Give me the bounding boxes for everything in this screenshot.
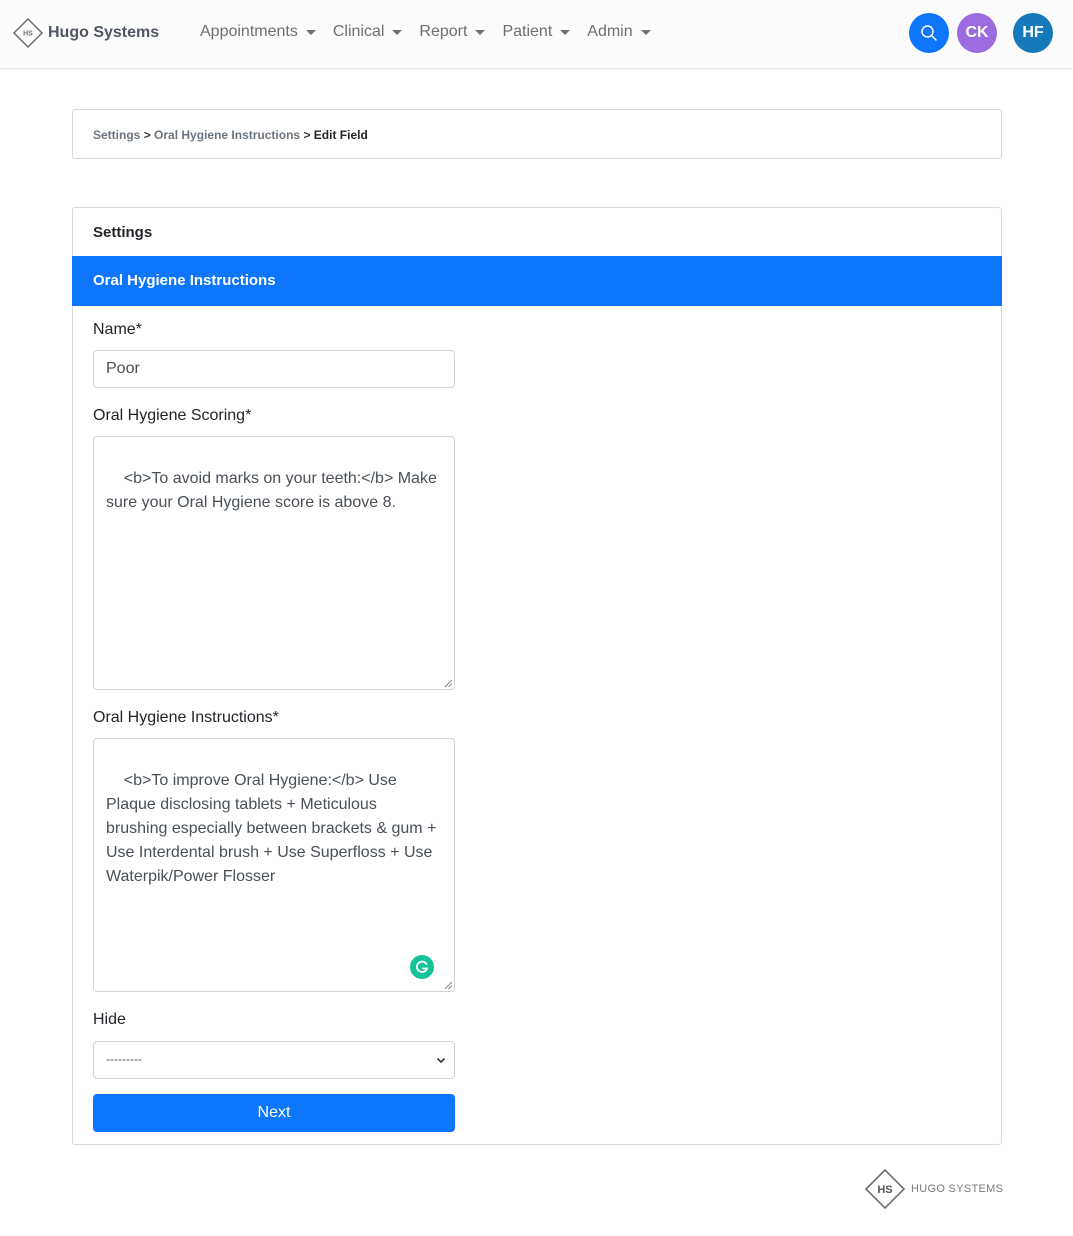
settings-card: Settings Oral Hygiene Instructions Name*… — [72, 207, 1002, 1145]
menu-clinical[interactable]: Clinical — [333, 23, 403, 41]
hide-label: Hide — [93, 1011, 126, 1028]
chevron-down-icon — [436, 1057, 446, 1064]
breadcrumb-separator: > — [143, 128, 151, 142]
caret-down-icon — [560, 29, 571, 35]
top-navbar: HS Hugo Systems Appointments Clinical Re… — [0, 0, 1073, 69]
footer-logo: HS HUGO SYSTEMS — [864, 1168, 1003, 1210]
brand-logo-icon: HS — [12, 17, 44, 49]
main-menu: Appointments Clinical Report Patient Adm… — [200, 23, 668, 41]
brand-name: Hugo Systems — [48, 24, 160, 41]
menu-label: Patient — [502, 23, 553, 40]
menu-appointments[interactable]: Appointments — [200, 23, 316, 41]
search-button[interactable] — [909, 13, 949, 53]
resize-handle-icon[interactable] — [444, 679, 453, 688]
breadcrumb-settings[interactable]: Settings — [93, 128, 140, 142]
search-icon — [921, 25, 937, 41]
grammarly-icon[interactable] — [410, 955, 434, 979]
menu-label: Appointments — [200, 23, 298, 40]
brand[interactable]: HS Hugo Systems — [12, 17, 159, 49]
caret-down-icon — [640, 29, 651, 35]
breadcrumb-oral-hygiene[interactable]: Oral Hygiene Instructions — [154, 128, 300, 142]
breadcrumb-current: Edit Field — [313, 128, 368, 142]
instructions-text: <b>To improve Oral Hygiene:</b> Use Plaq… — [106, 772, 441, 885]
next-button[interactable]: Next — [93, 1094, 455, 1132]
scoring-text: <b>To avoid marks on your teeth:</b> Mak… — [106, 470, 442, 511]
name-label: Name* — [93, 321, 142, 338]
menu-label: Report — [419, 23, 468, 40]
caret-down-icon — [392, 29, 403, 35]
menu-label: Admin — [587, 23, 633, 40]
hide-selected-value: --------- — [106, 1052, 142, 1066]
avatar-hf[interactable]: HF — [1013, 13, 1053, 53]
section-header: Oral Hygiene Instructions — [72, 256, 1002, 306]
card-title: Settings — [93, 224, 153, 241]
menu-admin[interactable]: Admin — [587, 23, 651, 41]
svg-text:HS: HS — [23, 31, 33, 38]
menu-patient[interactable]: Patient — [502, 23, 571, 41]
avatar-ck[interactable]: CK — [957, 13, 997, 53]
instructions-textarea[interactable]: <b>To improve Oral Hygiene:</b> Use Plaq… — [93, 738, 455, 992]
hide-select[interactable]: --------- — [93, 1041, 455, 1079]
menu-label: Clinical — [332, 23, 385, 40]
instructions-label: Oral Hygiene Instructions* — [93, 709, 279, 726]
svg-text:HS: HS — [877, 1184, 892, 1196]
footer-brand: HUGO SYSTEMS — [911, 1183, 1004, 1195]
caret-down-icon — [475, 29, 486, 35]
footer-logo-icon: HS — [864, 1168, 906, 1210]
scoring-textarea[interactable]: <b>To avoid marks on your teeth:</b> Mak… — [93, 436, 455, 690]
grammarly-g-glyph — [416, 960, 429, 973]
breadcrumb-separator: > — [303, 128, 311, 142]
name-input[interactable]: Poor — [93, 350, 455, 388]
menu-report[interactable]: Report — [419, 23, 486, 41]
scoring-label: Oral Hygiene Scoring* — [93, 407, 252, 424]
resize-handle-icon[interactable] — [444, 981, 453, 990]
caret-down-icon — [305, 29, 316, 35]
breadcrumb: Settings > Oral Hygiene Instructions > E… — [72, 109, 1002, 159]
